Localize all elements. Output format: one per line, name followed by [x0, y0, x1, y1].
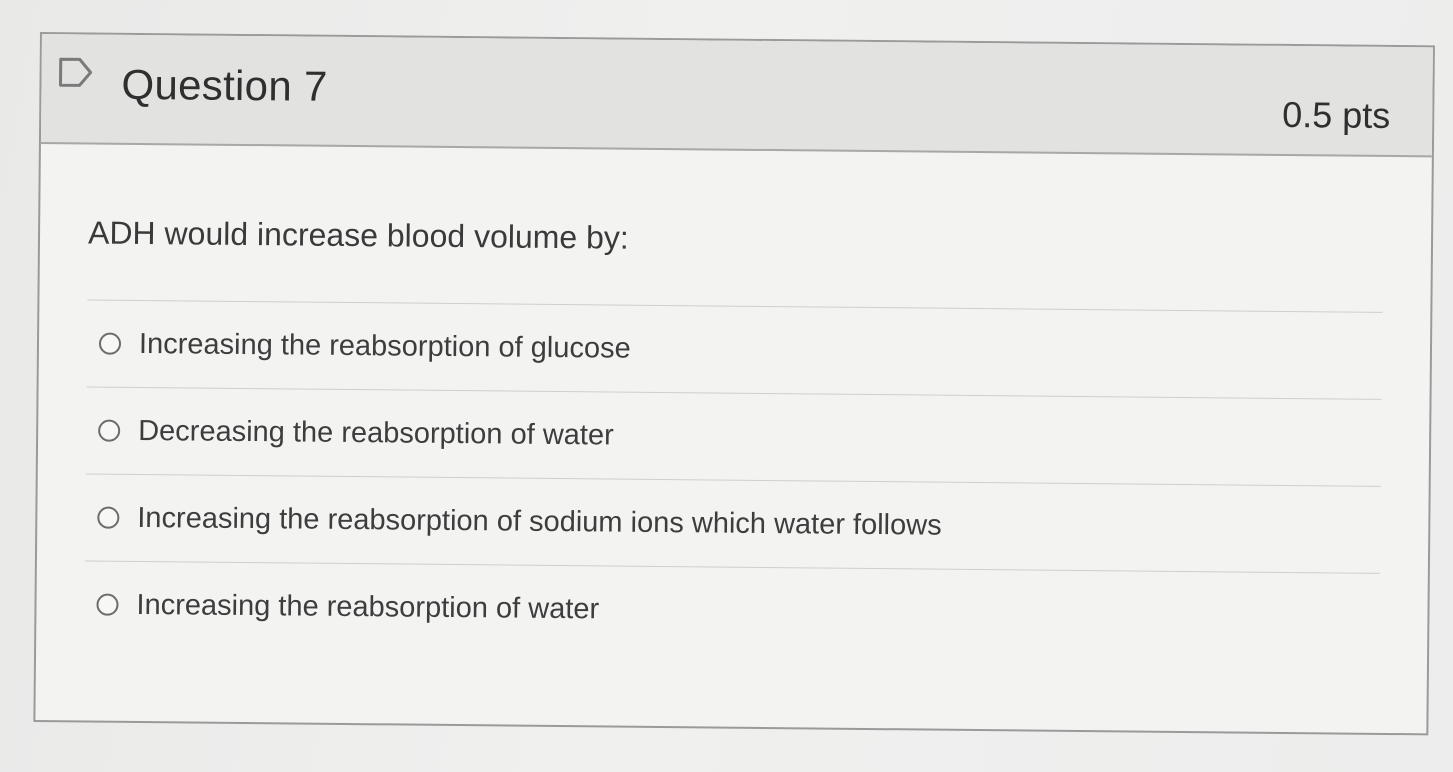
radio-button[interactable] — [98, 332, 122, 355]
answer-label[interactable]: Increasing the reabsorption of glucose — [139, 327, 631, 365]
answer-option[interactable]: Increasing the reabsorption of sodium io… — [84, 473, 1381, 573]
radio-button[interactable] — [97, 506, 120, 529]
flag-icon[interactable] — [57, 56, 93, 88]
question-header: Question 7 0.5 pts — [40, 34, 1433, 158]
question-card: Question 7 0.5 pts ADH would increase bl… — [33, 32, 1435, 736]
answer-option[interactable]: Increasing the reabsorption of glucose — [86, 299, 1383, 399]
answer-label[interactable]: Increasing the reabsorption of water — [136, 588, 599, 625]
answer-option[interactable]: Increasing the reabsorption of water — [84, 560, 1380, 660]
question-body: ADH would increase blood volume by: Incr… — [36, 144, 1432, 660]
question-text: ADH would increase blood volume by: — [87, 214, 629, 256]
answer-label[interactable]: Increasing the reabsorption of sodium io… — [137, 501, 942, 542]
answer-list: Increasing the reabsorption of glucose D… — [84, 299, 1383, 660]
answer-label[interactable]: Decreasing the reabsorption of water — [138, 414, 614, 452]
radio-button[interactable] — [96, 593, 119, 616]
radio-button[interactable] — [98, 419, 121, 442]
question-points: 0.5 pts — [1281, 93, 1391, 136]
question-title: Question 7 — [121, 60, 328, 110]
answer-option[interactable]: Decreasing the reabsorption of water — [85, 386, 1382, 486]
